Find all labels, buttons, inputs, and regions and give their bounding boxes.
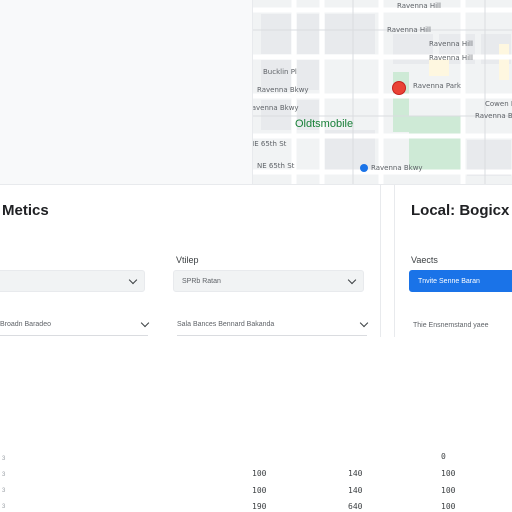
location-dot-icon[interactable]	[360, 164, 368, 172]
row-label: 3	[2, 456, 6, 462]
table-cell: 140	[348, 486, 363, 495]
metrics-row-text: Broadn Baradeo	[0, 321, 51, 328]
middle-label: Vtilep	[176, 255, 199, 265]
place-label: Ravenna Bkwy	[371, 164, 423, 172]
chevron-down-icon	[347, 275, 357, 284]
map-label: Cowen Park	[485, 100, 512, 108]
chevron-down-icon	[359, 318, 369, 328]
map-label: Ravenna Park	[413, 82, 461, 90]
map-label: Ravenna Bkwy	[257, 86, 309, 94]
map-label: Bucklin Pl	[263, 68, 297, 76]
row-label: 3	[2, 488, 6, 494]
local-title: Local: Bogicx	[411, 202, 510, 219]
table-cell: 640	[348, 502, 363, 511]
middle-row-text: Sala Bances Bennard Bakanda	[177, 321, 275, 328]
table-cell: 100	[252, 486, 267, 495]
map-label: Ravenna Hill	[397, 2, 441, 10]
park-label: Oldtsmobile	[295, 118, 354, 130]
local-row-text: Thie Ensnemstand yaee	[413, 321, 489, 329]
metrics-select[interactable]	[0, 270, 145, 292]
map-label: Ravenna Bkwy	[475, 112, 512, 120]
page: Ravenna Hill Ravenna Hill Ravenna Hill R…	[0, 0, 512, 512]
middle-select[interactable]: SPRb Ratan	[173, 270, 364, 292]
table-cell: 100	[252, 469, 267, 478]
local-button[interactable]: Tnvite Senne Baran	[409, 270, 512, 292]
table-cell: 140	[348, 469, 363, 478]
local-label: Vaects	[411, 255, 438, 265]
local-button-value: Tnvite Senne Baran	[418, 277, 480, 285]
row-label: 3	[2, 504, 6, 510]
table-cell: 100	[441, 469, 456, 478]
metrics-title: Metics	[2, 202, 49, 219]
divider	[380, 185, 381, 337]
row-label: 3	[2, 472, 6, 478]
map-label: NE 65th St	[252, 140, 287, 148]
chevron-down-icon	[140, 318, 150, 328]
map-label: Ravenna Bkwy	[252, 104, 299, 112]
blank-header-area	[0, 0, 252, 184]
map-label: Ravenna Hill	[429, 40, 473, 48]
map-label: Ravenna Hill	[429, 54, 473, 62]
table-cell: 190	[252, 502, 267, 511]
map-view[interactable]: Ravenna Hill Ravenna Hill Ravenna Hill R…	[252, 0, 512, 184]
map-label: Ravenna Hill	[387, 26, 431, 34]
divider	[394, 185, 395, 337]
divider	[0, 184, 512, 185]
metrics-row[interactable]: Broadn Baradeo	[0, 314, 150, 336]
middle-select-value: SPRb Ratan	[182, 277, 221, 285]
table-cell: 100	[441, 502, 456, 511]
map-pin-icon[interactable]	[393, 82, 405, 94]
map-label: NE 65th St	[257, 162, 295, 170]
table-cell: 100	[441, 486, 456, 495]
table-cell: 0	[441, 452, 446, 461]
local-row[interactable]: Thie Ensnemstand yaee	[413, 314, 512, 336]
chevron-down-icon	[128, 275, 138, 284]
middle-row[interactable]: Sala Bances Bennard Bakanda	[177, 314, 369, 336]
